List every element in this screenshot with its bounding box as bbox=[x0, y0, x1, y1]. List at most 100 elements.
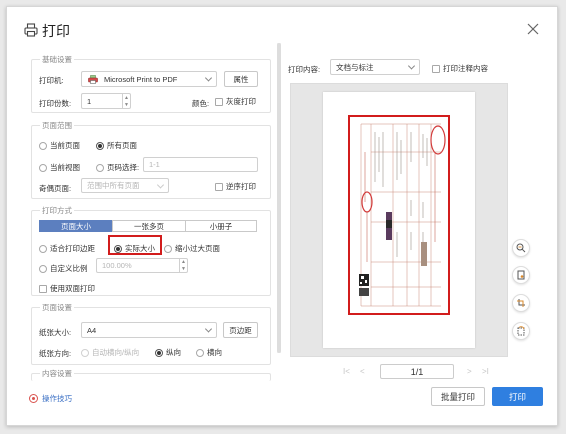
radio-dot[interactable] bbox=[39, 163, 47, 172]
radio-dot[interactable] bbox=[96, 163, 104, 172]
properties-button[interactable]: 属性 bbox=[224, 71, 258, 87]
crop-icon bbox=[517, 299, 525, 307]
radio-dot[interactable] bbox=[81, 348, 89, 357]
orientation-label: 纸张方向: bbox=[39, 349, 72, 358]
radio-dot[interactable] bbox=[196, 348, 204, 357]
print-mode-legend: 打印方式 bbox=[40, 205, 74, 216]
print-content-label: 打印内容: bbox=[288, 65, 321, 74]
print-annotations-label: 打印注释内容 bbox=[443, 64, 488, 73]
page-number-field[interactable]: 1/1 bbox=[380, 364, 454, 379]
paper-size-label: 纸张大小: bbox=[39, 328, 72, 337]
copies-stepper[interactable]: ▲ ▼ bbox=[122, 94, 130, 108]
stepper-down-icon[interactable]: ▼ bbox=[180, 266, 187, 273]
zoom-tool-button[interactable] bbox=[512, 239, 530, 257]
print-button[interactable]: 打印 bbox=[492, 387, 543, 406]
radio-dot[interactable] bbox=[155, 348, 163, 357]
current-page-label: 当前页面 bbox=[50, 141, 80, 150]
reverse-order-checkbox[interactable]: 逆序打印 bbox=[215, 181, 256, 192]
tab-multi-page[interactable]: 一张多页 bbox=[112, 220, 186, 232]
print-mode-tabs: 页面大小 一张多页 小册子 bbox=[39, 220, 257, 232]
crop-button[interactable] bbox=[512, 294, 530, 312]
scale-input[interactable]: 100.00% ▲ ▼ bbox=[96, 258, 188, 273]
printer-select-value: Microsoft Print to PDF bbox=[104, 74, 178, 84]
radio-dot[interactable] bbox=[164, 244, 172, 253]
copies-label: 打印份数: bbox=[39, 99, 72, 108]
tips-link[interactable]: 操作技巧 bbox=[29, 393, 72, 404]
zoom-icon bbox=[516, 243, 526, 253]
print-annotations-checkbox[interactable]: 打印注释内容 bbox=[432, 63, 488, 74]
prev-page-button[interactable]: < bbox=[360, 367, 365, 376]
print-content-select[interactable]: 文档与标注 bbox=[330, 59, 420, 75]
page-setup-legend: 页面设置 bbox=[40, 302, 74, 313]
checkbox-box[interactable] bbox=[215, 182, 223, 191]
duplex-checkbox[interactable]: 使用双面打印 bbox=[39, 283, 95, 294]
paper-size-value: A4 bbox=[87, 325, 97, 335]
landscape-label: 横向 bbox=[207, 348, 222, 357]
chevron-down-icon bbox=[204, 74, 213, 82]
checkbox-box[interactable] bbox=[215, 97, 223, 106]
checkbox-box[interactable] bbox=[39, 284, 47, 293]
radio-page-select[interactable]: 页码选择: bbox=[96, 162, 139, 173]
radio-custom-scale[interactable]: 自定义比例 bbox=[39, 263, 88, 274]
dialog-title: 打印 bbox=[42, 23, 70, 39]
scrollbar-thumb[interactable] bbox=[277, 43, 281, 353]
rotate-button[interactable] bbox=[512, 322, 530, 340]
first-page-button[interactable]: I< bbox=[343, 367, 350, 376]
fit-page-button[interactable] bbox=[512, 266, 530, 284]
scale-stepper[interactable]: ▲ ▼ bbox=[179, 259, 187, 272]
rotate-icon bbox=[517, 326, 525, 336]
shrink-large-label: 缩小过大页面 bbox=[175, 244, 220, 253]
close-icon[interactable] bbox=[527, 23, 539, 35]
radio-all-pages[interactable]: 所有页面 bbox=[96, 140, 137, 151]
tab-page-size[interactable]: 页面大小 bbox=[39, 220, 113, 232]
next-page-button[interactable]: > bbox=[467, 367, 472, 376]
print-preview-area bbox=[290, 83, 508, 357]
preview-page bbox=[323, 92, 475, 348]
batch-print-button[interactable]: 批量打印 bbox=[431, 387, 485, 406]
radio-dot[interactable] bbox=[39, 244, 47, 253]
printer-select[interactable]: Microsoft Print to PDF bbox=[81, 71, 217, 87]
title-bar: 打印 bbox=[7, 7, 557, 49]
invoice-preview-image bbox=[348, 115, 450, 315]
radio-fit-margins[interactable]: 适合打印边距 bbox=[39, 243, 95, 254]
stepper-down-icon[interactable]: ▼ bbox=[123, 101, 130, 108]
chevron-down-icon bbox=[204, 325, 213, 333]
actual-size-highlight bbox=[108, 235, 162, 255]
print-content-value: 文档与标注 bbox=[336, 62, 374, 72]
content-settings-group: 内容设置 bbox=[31, 368, 271, 381]
custom-scale-label: 自定义比例 bbox=[50, 264, 88, 273]
paper-size-select[interactable]: A4 bbox=[81, 322, 217, 338]
grayscale-checkbox[interactable]: 灰度打印 bbox=[215, 96, 256, 107]
color-label: 颜色: bbox=[192, 99, 210, 108]
odd-even-select[interactable]: 范围中所有页面 bbox=[81, 178, 169, 193]
duplex-label: 使用双面打印 bbox=[50, 284, 95, 293]
stepper-up-icon[interactable]: ▲ bbox=[123, 94, 130, 101]
last-page-button[interactable]: >I bbox=[482, 367, 489, 376]
printer-icon bbox=[24, 23, 38, 37]
radio-dot[interactable] bbox=[39, 264, 47, 273]
copies-input[interactable]: 1 ▲ ▼ bbox=[81, 93, 131, 109]
radio-current-page[interactable]: 当前页面 bbox=[39, 140, 80, 151]
radio-dot[interactable] bbox=[96, 141, 104, 150]
checkbox-box[interactable] bbox=[432, 64, 440, 73]
copies-value: 1 bbox=[87, 96, 92, 106]
page-number-value: 1/1 bbox=[410, 366, 424, 377]
portrait-label: 纵向 bbox=[166, 348, 181, 357]
radio-portrait[interactable]: 纵向 bbox=[155, 347, 181, 358]
radio-current-view[interactable]: 当前视图 bbox=[39, 162, 80, 173]
content-settings-legend: 内容设置 bbox=[40, 368, 74, 379]
grayscale-label: 灰度打印 bbox=[226, 97, 256, 106]
radio-dot[interactable] bbox=[39, 141, 47, 150]
tab-booklet[interactable]: 小册子 bbox=[185, 220, 257, 232]
page-select-placeholder: 1-1 bbox=[149, 160, 160, 169]
radio-shrink-large[interactable]: 缩小过大页面 bbox=[164, 243, 220, 254]
page-select-input[interactable]: 1-1 bbox=[143, 157, 258, 172]
radio-landscape[interactable]: 横向 bbox=[196, 347, 222, 358]
left-scrollbar[interactable] bbox=[277, 43, 281, 353]
document-fit-icon bbox=[517, 270, 525, 280]
margins-button[interactable]: 页边距 bbox=[223, 322, 258, 338]
tips-label: 操作技巧 bbox=[42, 394, 72, 403]
current-view-label: 当前视图 bbox=[50, 163, 80, 172]
auto-orientation-label: 自动横向/纵向 bbox=[92, 348, 140, 357]
radio-auto-orientation[interactable]: 自动横向/纵向 bbox=[81, 347, 139, 358]
